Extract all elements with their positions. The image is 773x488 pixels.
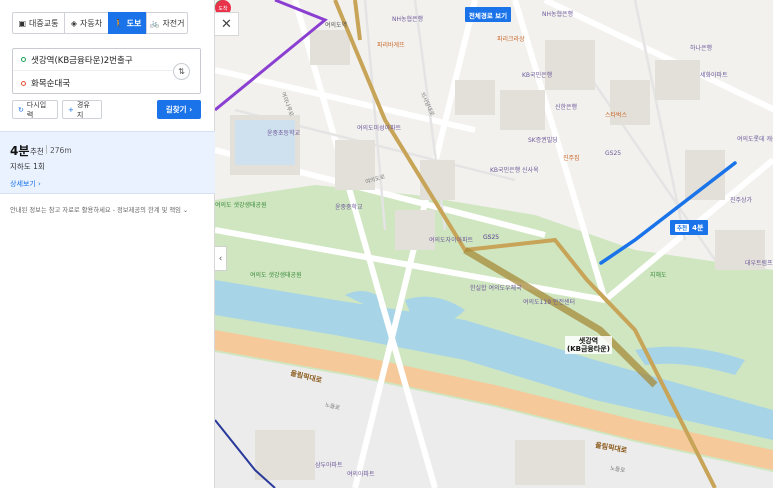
bank-poi[interactable]: NH농협은행 (392, 14, 423, 23)
badge-time: 4분 (692, 223, 704, 232)
walk-icon: 🚶 (113, 18, 124, 28)
tab-bicycle[interactable]: 🚲 자전거 (146, 12, 188, 34)
bank-poi[interactable]: KB국민은행 신사옥 (490, 165, 539, 174)
apartment-poi[interactable]: 여의아파트 (347, 469, 375, 478)
apartment-poi[interactable]: 여의도자이아파트 (429, 235, 473, 244)
add-waypoint-button[interactable]: + 경유지 (62, 100, 102, 119)
station-label[interactable]: 샛강역 (KB금융타운) (565, 336, 612, 354)
start-field[interactable]: 샛강역(KB금융타운)2번출구 (13, 49, 173, 71)
apartment-poi[interactable]: 여의도미성아파트 (357, 123, 401, 132)
route-crossing-info: 지하도 1회 (10, 162, 45, 171)
route-distance: 276m (50, 146, 72, 155)
bicycle-icon: 🚲 (149, 18, 160, 28)
recommend-label: 추천 (30, 147, 44, 156)
map-canvas (215, 0, 773, 488)
bank-poi[interactable]: KB국민은행 (522, 70, 552, 79)
divider (46, 145, 47, 154)
station-poi[interactable]: 여의도역 (325, 20, 347, 29)
building-poi[interactable]: SK증권빌딩 (528, 135, 558, 144)
end-dot-icon (21, 80, 26, 86)
close-icon[interactable]: ✕ (215, 12, 239, 36)
apartment-poi[interactable]: 여의도롯데 캐슬아이비 (737, 134, 773, 143)
bus-icon: ▣ (18, 18, 27, 28)
park-label[interactable]: 여의도 샛강생태공원 (250, 270, 302, 279)
disclaimer-notice: 안내된 정보는 참고 자료로 활용하세요 - 정보제공의 한계 및 책임 ⌄ (10, 207, 189, 214)
collapse-panel-icon[interactable]: ‹ (215, 246, 227, 271)
svg-text:도착: 도착 (218, 5, 228, 12)
tab-walk[interactable]: 🚶 도보 (108, 12, 147, 34)
swap-icon[interactable]: ⇅ (173, 63, 190, 80)
cafe-poi[interactable]: 스타벅스 (605, 110, 627, 119)
tab-car[interactable]: ◈ 자동차 (64, 12, 109, 34)
bank-poi[interactable]: 하나은행 (690, 43, 712, 52)
fire-station-poi[interactable]: 여의도119 안전센터 (523, 297, 575, 306)
route-actions: ↻ 다시입력 + 경유지 길찾기 › (12, 100, 201, 119)
detail-link[interactable]: 상세보기 › (10, 179, 41, 189)
bank-poi[interactable]: NH농협은행 (542, 9, 573, 18)
refresh-icon: ↻ (18, 105, 24, 114)
park-label[interactable]: 지해도 (650, 270, 667, 279)
full-route-button[interactable]: 전체경로 보기 (465, 7, 511, 22)
store-poi[interactable]: GS25 (483, 234, 499, 241)
park-label[interactable]: 여의도 샛강생태공원 (215, 200, 267, 209)
apartment-poi[interactable]: 삼두아파트 (315, 460, 343, 469)
route-time-badge[interactable]: 추천 4분 (670, 220, 709, 235)
route-inputs: 샛강역(KB금융타운)2번출구 화목순대국 ⇅ (12, 48, 201, 94)
route-result-card[interactable]: 4분 추천 276m 지하도 1회 상세보기 › (0, 131, 215, 194)
route-duration: 4분 (10, 144, 30, 158)
start-dot-icon (21, 57, 26, 62)
post-office-poi[interactable]: 한실합 여의도우체국 (470, 283, 522, 292)
restaurant-poi[interactable]: 진주집 (563, 153, 580, 162)
end-field[interactable]: 화목순대국 (13, 72, 173, 94)
tab-transit[interactable]: ▣ 대중교통 (12, 12, 65, 34)
bank-poi[interactable]: 신한은행 (555, 102, 577, 111)
directions-panel: ▣ 대중교통 ◈ 자동차 🚶 도보 🚲 자전거 샛강역(KB금융타운)2번출구 화목순대… (0, 0, 215, 488)
plus-icon: + (68, 105, 74, 114)
transport-mode-tabs: ▣ 대중교통 ◈ 자동차 🚶 도보 🚲 자전거 (12, 12, 188, 34)
reset-button[interactable]: ↻ 다시입력 (12, 100, 58, 119)
market-poi[interactable]: 진주상가 (730, 195, 752, 204)
bakery-poi[interactable]: 파리바게뜨 (377, 40, 405, 49)
store-poi[interactable]: GS25 (605, 150, 621, 157)
search-route-button[interactable]: 길찾기 › (157, 100, 201, 119)
bakery-poi[interactable]: 파리크라상 (497, 34, 525, 43)
apartment-poi[interactable]: 대우트럼프 월드 (745, 258, 773, 267)
recommend-tag: 추천 (675, 223, 690, 232)
map-view[interactable]: 샛강역 (KB금융타운) 올림픽대로 올림픽대로 여의도 샛강생태공원 여의도 샛… (215, 0, 773, 488)
school-poi[interactable]: 윤중초등학교 (267, 128, 300, 137)
school-poi[interactable]: 윤중중학교 (335, 202, 363, 211)
car-icon: ◈ (70, 18, 78, 28)
apartment-poi[interactable]: 세화아파트 (700, 70, 728, 79)
